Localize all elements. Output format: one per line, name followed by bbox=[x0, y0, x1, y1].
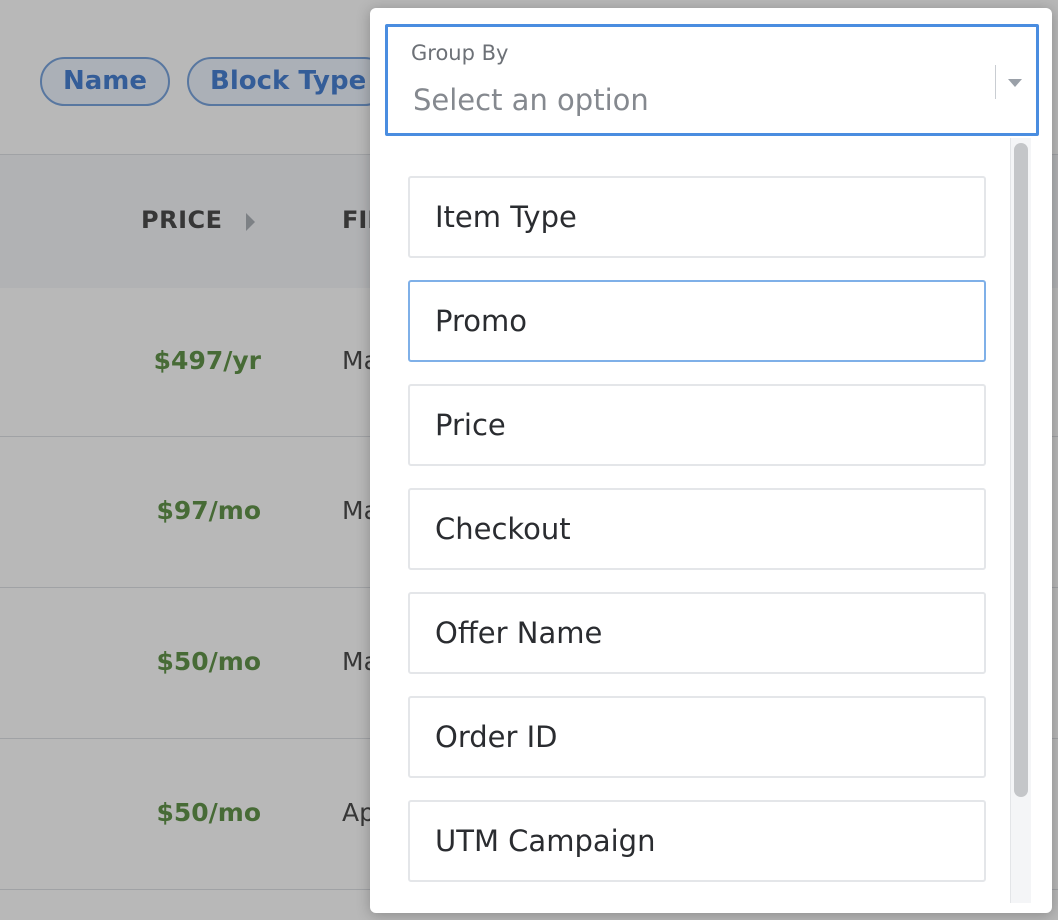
options-list: Item Type Promo Price Checkout Offer Nam… bbox=[370, 138, 1052, 903]
option-order-id[interactable]: Order ID bbox=[408, 696, 986, 778]
option-utm-campaign[interactable]: UTM Campaign bbox=[408, 800, 986, 882]
option-checkout[interactable]: Checkout bbox=[408, 488, 986, 570]
option-price[interactable]: Price bbox=[408, 384, 986, 466]
group-by-label: Group By bbox=[411, 41, 509, 65]
select-separator bbox=[995, 65, 996, 99]
option-item-type[interactable]: Item Type bbox=[408, 176, 986, 258]
option-offer-name[interactable]: Offer Name bbox=[408, 592, 986, 674]
option-promo[interactable]: Promo bbox=[408, 280, 986, 362]
dropdown-caret-icon[interactable] bbox=[1008, 79, 1022, 87]
scrollbar-thumb[interactable] bbox=[1014, 143, 1028, 797]
group-by-popover: Group By Select an option Item Type Prom… bbox=[370, 8, 1052, 913]
select-placeholder: Select an option bbox=[413, 83, 649, 117]
group-by-select[interactable]: Group By Select an option bbox=[385, 24, 1039, 136]
